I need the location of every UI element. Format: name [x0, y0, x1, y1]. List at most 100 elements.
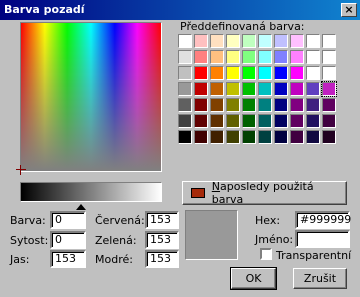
color-swatch[interactable]	[306, 82, 320, 96]
transparent-checkbox[interactable]	[260, 248, 272, 260]
color-swatch[interactable]	[210, 82, 224, 96]
color-swatch[interactable]	[242, 66, 256, 80]
color-swatch[interactable]	[322, 98, 336, 112]
color-swatch[interactable]	[258, 98, 272, 112]
color-swatch[interactable]	[290, 66, 304, 80]
color-swatch[interactable]	[226, 98, 240, 112]
color-swatch[interactable]	[274, 34, 288, 48]
color-swatch[interactable]	[178, 34, 192, 48]
color-swatch[interactable]	[274, 98, 288, 112]
saturation-label: Sytost:	[10, 234, 49, 247]
color-swatch[interactable]	[322, 50, 336, 64]
saturation-input[interactable]: 0	[50, 231, 86, 249]
predefined-label: Předdefinovaná barva:	[180, 20, 305, 33]
color-swatch[interactable]	[290, 98, 304, 112]
transparent-label: Transparentní	[276, 249, 352, 262]
color-swatch[interactable]	[274, 114, 288, 128]
red-input[interactable]: 153	[145, 211, 179, 229]
color-swatch[interactable]	[242, 82, 256, 96]
color-swatch[interactable]	[194, 98, 208, 112]
name-input[interactable]	[295, 230, 350, 248]
green-input[interactable]: 153	[145, 231, 179, 249]
color-spectrum[interactable]	[20, 22, 162, 172]
recent-color-chip	[191, 188, 205, 198]
color-swatch[interactable]	[242, 50, 256, 64]
recent-color-label: Naposledy použitá barva	[211, 180, 314, 206]
name-label: Jméno:	[255, 233, 294, 246]
title-bar[interactable]: Barva pozadí ×	[0, 0, 360, 20]
close-icon[interactable]: ×	[341, 3, 357, 17]
saturation-gradient	[21, 23, 161, 171]
color-swatch[interactable]	[178, 130, 192, 144]
color-swatch[interactable]	[226, 130, 240, 144]
luminance-arrow-icon[interactable]	[76, 204, 86, 210]
window-title: Barva pozadí	[4, 3, 85, 16]
color-swatch[interactable]	[290, 130, 304, 144]
color-swatch[interactable]	[194, 34, 208, 48]
color-swatch[interactable]	[290, 50, 304, 64]
luminance-input[interactable]: 153	[50, 250, 86, 268]
color-swatch[interactable]	[226, 50, 240, 64]
hex-input[interactable]: #999999	[295, 211, 351, 229]
color-swatch[interactable]	[210, 130, 224, 144]
color-swatch[interactable]	[258, 82, 272, 96]
color-swatch[interactable]	[290, 114, 304, 128]
color-swatch[interactable]	[290, 34, 304, 48]
red-label: Červená:	[95, 214, 145, 227]
color-swatch[interactable]	[322, 34, 336, 48]
color-swatch[interactable]	[306, 114, 320, 128]
color-swatch[interactable]	[194, 130, 208, 144]
color-swatch[interactable]	[274, 130, 288, 144]
color-swatch[interactable]	[226, 82, 240, 96]
color-swatch[interactable]	[178, 98, 192, 112]
color-swatch[interactable]	[210, 66, 224, 80]
color-swatch[interactable]	[210, 50, 224, 64]
luminance-bar[interactable]	[20, 182, 162, 202]
color-swatch[interactable]	[258, 130, 272, 144]
color-preview	[185, 210, 238, 260]
color-swatch[interactable]	[306, 130, 320, 144]
green-label: Zelená:	[95, 234, 137, 247]
color-swatch[interactable]	[290, 82, 304, 96]
color-swatch[interactable]	[194, 114, 208, 128]
ok-button[interactable]: OK	[230, 267, 277, 290]
color-swatch[interactable]	[322, 114, 336, 128]
color-swatch[interactable]	[258, 66, 272, 80]
recent-color-button[interactable]: Naposledy použitá barva	[182, 180, 347, 206]
blue-input[interactable]: 153	[145, 250, 179, 268]
blue-label: Modré:	[95, 253, 133, 266]
color-swatch[interactable]	[274, 82, 288, 96]
cancel-button[interactable]: Zrušit	[293, 268, 347, 289]
color-swatch[interactable]	[194, 50, 208, 64]
color-swatch[interactable]	[306, 98, 320, 112]
color-swatch[interactable]	[178, 82, 192, 96]
color-swatch[interactable]	[226, 34, 240, 48]
color-swatch[interactable]	[274, 66, 288, 80]
color-swatch[interactable]	[258, 114, 272, 128]
color-swatch[interactable]	[210, 114, 224, 128]
color-swatch[interactable]	[306, 66, 320, 80]
color-swatch[interactable]	[210, 98, 224, 112]
color-swatch[interactable]	[322, 66, 336, 80]
hue-input[interactable]: 0	[50, 211, 86, 229]
color-swatch[interactable]	[210, 34, 224, 48]
color-swatch[interactable]	[274, 50, 288, 64]
color-swatch[interactable]	[242, 130, 256, 144]
crosshair-icon[interactable]	[16, 165, 26, 175]
color-swatch[interactable]	[194, 82, 208, 96]
color-swatch[interactable]	[306, 50, 320, 64]
color-swatch[interactable]	[242, 114, 256, 128]
color-swatch[interactable]	[306, 34, 320, 48]
color-swatch[interactable]	[242, 98, 256, 112]
color-swatch[interactable]	[178, 50, 192, 64]
color-swatch[interactable]	[322, 130, 336, 144]
color-swatch[interactable]	[321, 81, 337, 97]
color-swatch[interactable]	[178, 66, 192, 80]
color-swatch[interactable]	[178, 114, 192, 128]
color-swatch[interactable]	[242, 34, 256, 48]
color-swatch[interactable]	[194, 66, 208, 80]
color-swatch[interactable]	[226, 114, 240, 128]
color-swatch[interactable]	[258, 50, 272, 64]
color-swatch[interactable]	[226, 66, 240, 80]
color-swatch[interactable]	[258, 34, 272, 48]
